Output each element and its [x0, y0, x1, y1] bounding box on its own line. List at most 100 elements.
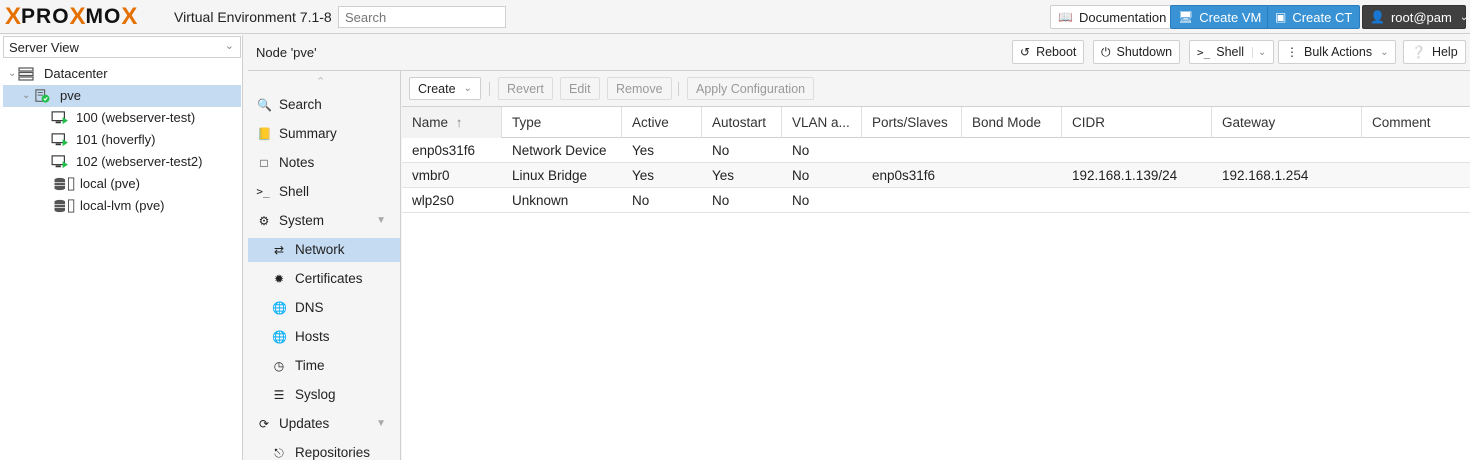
- resource-tree-panel: Server View ⌄ ⌄ Datacenter ⌄ pve 100 (we…: [0, 35, 243, 460]
- cell-type: Linux Bridge: [512, 168, 588, 183]
- cell-comment: [1362, 188, 1470, 213]
- nav-item-summary[interactable]: 📒 Summary: [248, 122, 400, 146]
- nav-item-label: Summary: [279, 126, 337, 141]
- column-label: Comment: [1372, 115, 1431, 130]
- create-ct-button[interactable]: ▣ Create CT: [1267, 5, 1361, 29]
- shutdown-button[interactable]: ⏻ Shutdown: [1093, 40, 1181, 64]
- search-input[interactable]: [338, 6, 506, 28]
- tree-item-vm-100[interactable]: 100 (webserver-test): [3, 107, 241, 129]
- column-header-bond-mode[interactable]: Bond Mode: [962, 107, 1062, 138]
- chevron-down-icon[interactable]: ⌄: [1252, 46, 1266, 58]
- tree-item-vm-101[interactable]: 101 (hoverfly): [3, 129, 241, 151]
- cell-gateway: 192.168.1.254: [1222, 168, 1309, 183]
- nav-item-time[interactable]: ◷ Time: [248, 354, 400, 378]
- ellipsis-vertical-icon: ⋮: [1286, 45, 1298, 59]
- nav-item-updates[interactable]: ⟳ Updates ▼: [248, 412, 400, 436]
- proxmox-logo[interactable]: X PRO X MO X: [5, 5, 137, 29]
- shutdown-label: Shutdown: [1116, 45, 1173, 59]
- reboot-label: Reboot: [1036, 45, 1077, 59]
- network-grid: Name ↑ Type Active Autostart VLAN a... P…: [402, 107, 1470, 213]
- nav-item-network[interactable]: ⇄ Network: [248, 238, 400, 262]
- create-vm-button[interactable]: 🖥 Create VM: [1170, 5, 1270, 29]
- nav-item-syslog[interactable]: ☰ Syslog: [248, 383, 400, 407]
- documentation-button[interactable]: 📖 Documentation: [1050, 5, 1175, 29]
- node-header: Node 'pve' ↺ Reboot ⏻ Shutdown >_ Shell …: [248, 35, 1470, 71]
- nav-item-search[interactable]: 🔍 Search: [248, 93, 400, 117]
- network-icon: ⇄: [273, 243, 285, 257]
- nav-item-hosts[interactable]: 🌐 Hosts: [248, 325, 400, 349]
- cell-gateway: [1212, 188, 1362, 213]
- tree-item-datacenter[interactable]: ⌄ Datacenter: [3, 63, 241, 85]
- column-label: Autostart: [712, 115, 767, 130]
- logo-mo: MO: [85, 5, 122, 28]
- tree-item-label: 100 (webserver-test): [76, 110, 196, 125]
- vm-running-icon: [51, 133, 68, 147]
- help-button[interactable]: ❔ Help: [1403, 40, 1466, 64]
- column-header-gateway[interactable]: Gateway: [1212, 107, 1362, 138]
- column-header-type[interactable]: Type: [502, 107, 622, 138]
- column-header-name[interactable]: Name ↑: [402, 107, 502, 138]
- cell-gateway: [1212, 138, 1362, 163]
- table-row[interactable]: vmbr0 Linux Bridge Yes Yes No enp0s31f6 …: [402, 163, 1470, 188]
- revert-label: Revert: [507, 81, 544, 96]
- table-row[interactable]: wlp2s0 Unknown No No No: [402, 188, 1470, 213]
- tree-item-storage-local[interactable]: local (pve): [3, 173, 241, 195]
- column-header-cidr[interactable]: CIDR: [1062, 107, 1212, 138]
- user-menu-button[interactable]: 👤 root@pam ⌄: [1362, 5, 1468, 29]
- tree-item-label: local-lvm (pve): [80, 198, 165, 213]
- collapse-icon[interactable]: ▼: [376, 412, 386, 436]
- nav-item-dns[interactable]: 🌐 DNS: [248, 296, 400, 320]
- reboot-button[interactable]: ↺ Reboot: [1012, 40, 1085, 64]
- nav-item-notes[interactable]: □ Notes: [248, 151, 400, 175]
- nav-item-label: Certificates: [295, 271, 363, 286]
- nav-item-certificates[interactable]: ✹ Certificates: [248, 267, 400, 291]
- clock-icon: ◷: [273, 359, 285, 373]
- collapse-toggle-icon[interactable]: ⌄: [22, 85, 30, 107]
- cell-active: Yes: [632, 143, 655, 158]
- certificate-icon: ✹: [273, 272, 285, 286]
- table-row[interactable]: enp0s31f6 Network Device Yes No No: [402, 138, 1470, 163]
- column-label: Gateway: [1222, 115, 1276, 130]
- create-vm-label: Create VM: [1199, 9, 1262, 25]
- collapse-icon[interactable]: ▼: [376, 209, 386, 233]
- sort-ascending-icon: ↑: [455, 115, 463, 130]
- tree-item-pve[interactable]: ⌄ pve: [3, 85, 241, 107]
- cell-ports-slaves: [862, 138, 962, 163]
- create-button[interactable]: Create ⌄: [409, 77, 481, 100]
- view-selector[interactable]: Server View ⌄: [3, 36, 241, 58]
- column-header-comment[interactable]: Comment: [1362, 107, 1470, 138]
- tree-item-storage-local-lvm[interactable]: local-lvm (pve): [3, 195, 241, 217]
- column-header-vlan-aware[interactable]: VLAN a...: [782, 107, 862, 138]
- nav-item-repositories[interactable]: ⎋ Repositories: [248, 441, 400, 460]
- nav-item-shell[interactable]: >_ Shell: [248, 180, 400, 204]
- tree-item-vm-102[interactable]: 102 (webserver-test2): [3, 151, 241, 173]
- shell-button[interactable]: >_ Shell ⌄: [1189, 40, 1275, 64]
- tree-item-label: pve: [60, 88, 81, 103]
- nav-item-label: Time: [295, 358, 325, 373]
- gears-icon: ⚙: [258, 214, 270, 228]
- documentation-label: Documentation: [1078, 9, 1167, 25]
- cell-autostart: No: [712, 143, 730, 158]
- terminal-icon: >_: [1197, 45, 1211, 59]
- apply-configuration-label: Apply Configuration: [696, 81, 806, 96]
- edit-button[interactable]: Edit: [560, 77, 600, 100]
- logo-pro: PRO: [21, 5, 70, 28]
- scroll-up-icon[interactable]: ⌃: [316, 75, 325, 88]
- apply-configuration-button[interactable]: Apply Configuration: [687, 77, 815, 100]
- nav-item-system[interactable]: ⚙ System ▼: [248, 209, 400, 233]
- cell-vlan-aware: No: [792, 143, 810, 158]
- nav-item-label: Updates: [279, 416, 330, 431]
- cell-cidr: 192.168.1.139/24: [1072, 168, 1178, 183]
- collapse-toggle-icon[interactable]: ⌄: [8, 63, 16, 85]
- column-header-active[interactable]: Active: [622, 107, 702, 138]
- cube-icon: ▣: [1275, 10, 1287, 24]
- tree-item-label: 102 (webserver-test2): [76, 154, 203, 169]
- remove-button[interactable]: Remove: [607, 77, 672, 100]
- column-header-autostart[interactable]: Autostart: [702, 107, 782, 138]
- revert-button[interactable]: Revert: [498, 77, 553, 100]
- bulk-actions-button[interactable]: ⋮ Bulk Actions ⌄: [1278, 40, 1397, 64]
- column-header-ports-slaves[interactable]: Ports/Slaves: [862, 107, 962, 138]
- summary-icon: 📒: [257, 127, 272, 141]
- node-online-icon: [35, 89, 50, 103]
- top-bar: X PRO X MO X Virtual Environment 7.1-8 📖…: [0, 0, 1470, 34]
